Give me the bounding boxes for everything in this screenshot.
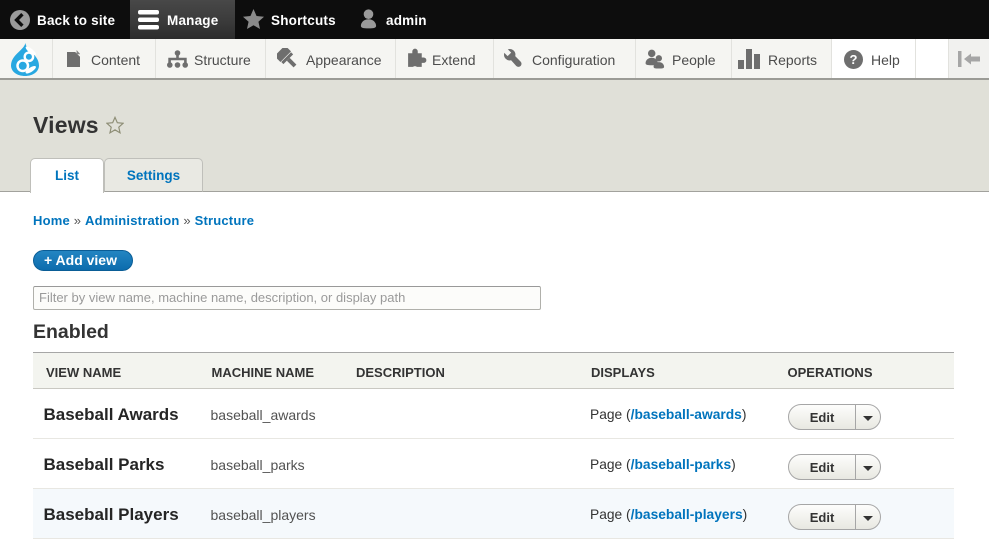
- svg-text:?: ?: [850, 52, 858, 67]
